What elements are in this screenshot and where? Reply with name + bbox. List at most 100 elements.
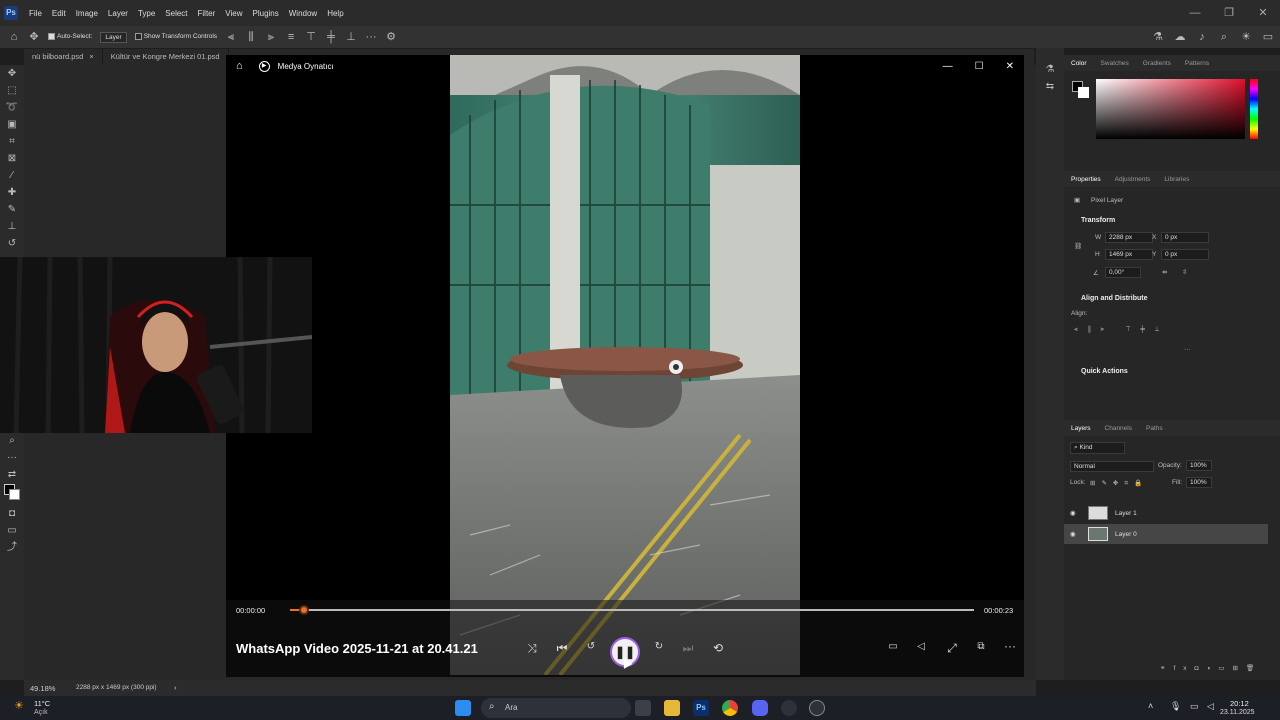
zoom-icon[interactable]: ⌕ bbox=[0, 432, 24, 449]
next-icon[interactable]: ⏭ bbox=[678, 641, 698, 656]
object-select-icon[interactable]: ▣ bbox=[0, 116, 24, 133]
color-swatches[interactable] bbox=[0, 483, 24, 505]
cloud-icon[interactable]: ☁ bbox=[1174, 31, 1186, 43]
healing-icon[interactable]: ✚ bbox=[0, 184, 24, 201]
previous-icon[interactable]: ⏮ bbox=[552, 641, 572, 656]
clock-time[interactable]: 20:12 bbox=[1230, 699, 1249, 708]
eye-icon[interactable]: ◉ bbox=[1070, 509, 1082, 517]
speaker-icon[interactable]: ◁ bbox=[1207, 701, 1214, 712]
menu-plugins[interactable]: Plugins bbox=[248, 9, 284, 18]
flask-icon[interactable]: ⚗ bbox=[1152, 31, 1164, 43]
forward-30-icon[interactable]: ↻ bbox=[649, 641, 669, 652]
video-frame[interactable] bbox=[450, 55, 800, 675]
home-icon[interactable]: ⌂ bbox=[8, 31, 20, 43]
swap-colors-icon[interactable]: ⇄ bbox=[0, 466, 24, 483]
hue-slider[interactable] bbox=[1250, 79, 1258, 139]
progress-thumb[interactable] bbox=[298, 605, 309, 615]
workspace-icon[interactable]: ▭ bbox=[1262, 31, 1274, 43]
tab-layers[interactable]: Layers bbox=[1064, 425, 1098, 432]
minimize-icon[interactable]: — bbox=[1178, 0, 1212, 26]
layer-row-selected[interactable]: ◉ Layer 0 bbox=[1064, 524, 1268, 544]
blend-mode-dropdown[interactable]: Normal bbox=[1070, 461, 1154, 472]
background-swatch[interactable] bbox=[1078, 87, 1089, 98]
width-field[interactable]: 2288 px bbox=[1105, 232, 1153, 243]
distribute-icon[interactable]: ≡ bbox=[285, 31, 297, 43]
quick-mask-icon[interactable]: ◘ bbox=[0, 505, 24, 522]
task-view-icon[interactable] bbox=[635, 700, 651, 716]
align-distribute-heading[interactable]: Align and Distribute bbox=[1081, 295, 1148, 302]
show-transform-checkbox[interactable]: Show Transform Controls bbox=[134, 33, 217, 41]
quick-actions-heading[interactable]: Quick Actions bbox=[1081, 368, 1128, 375]
flip-vertical-icon[interactable]: ⇳ bbox=[1182, 268, 1187, 276]
clock-date[interactable]: 23.11.2025 bbox=[1220, 709, 1255, 716]
close-icon[interactable]: ✕ bbox=[1246, 0, 1280, 26]
height-field[interactable]: 1469 px bbox=[1105, 249, 1153, 260]
progress-slider[interactable] bbox=[290, 605, 974, 615]
doc-tab-kultur[interactable]: Kültür ve Kongre Merkezi 01.psd bbox=[103, 49, 229, 65]
restore-icon[interactable]: ❐ bbox=[1212, 0, 1246, 26]
angle-field[interactable]: 0,00° bbox=[1105, 267, 1141, 278]
shuffle-icon[interactable]: ⤨ bbox=[522, 641, 542, 656]
share-icon[interactable]: ⤴ bbox=[0, 539, 24, 556]
document-info[interactable]: 2288 px x 1469 px (300 ppi) bbox=[76, 684, 157, 691]
auto-select-target-dropdown[interactable]: Layer bbox=[100, 31, 127, 43]
crop-icon[interactable]: ⌗ bbox=[0, 133, 24, 150]
align-buttons[interactable]: ⫷⫼⫸ ⊤╪⊥ bbox=[1074, 326, 1169, 334]
color-field[interactable] bbox=[1096, 79, 1245, 139]
align-center-icon[interactable]: ⫼ bbox=[245, 31, 257, 43]
menu-image[interactable]: Image bbox=[71, 9, 103, 18]
link-icon[interactable]: ⛓ bbox=[1074, 242, 1082, 250]
discord-icon[interactable] bbox=[752, 700, 768, 716]
screen-mode-icon[interactable]: ▭ bbox=[0, 522, 24, 539]
repeat-off-icon[interactable]: ⟲ bbox=[708, 641, 728, 655]
more-options-icon[interactable]: ··· bbox=[1000, 639, 1020, 653]
layer-actions[interactable]: ⚭fx◘◑▭⊞🗑 bbox=[1160, 664, 1262, 672]
kind-filter[interactable]: ⌕ Kind bbox=[1070, 442, 1125, 454]
tab-properties[interactable]: Properties bbox=[1064, 176, 1108, 183]
tab-channels[interactable]: Channels bbox=[1098, 425, 1139, 432]
weather-icon[interactable]: ☀ bbox=[14, 699, 24, 712]
flip-horizontal-icon[interactable]: ⇹ bbox=[1162, 268, 1167, 276]
brush-icon[interactable]: ✎ bbox=[0, 201, 24, 218]
transform-heading[interactable]: Transform bbox=[1081, 217, 1115, 224]
miniplayer-icon[interactable]: ⧉ bbox=[971, 641, 991, 652]
tab-paths[interactable]: Paths bbox=[1139, 425, 1170, 432]
lock-icons[interactable]: ⊞✎✥⌗🔒 bbox=[1090, 479, 1148, 488]
align-right-icon[interactable]: ⫸ bbox=[265, 31, 277, 43]
gear-icon[interactable]: ⚙ bbox=[385, 31, 397, 43]
align-top-icon[interactable]: ⊤ bbox=[305, 31, 317, 43]
status-arrow-icon[interactable]: › bbox=[174, 683, 177, 692]
tab-adjustments[interactable]: Adjustments bbox=[1108, 176, 1158, 183]
search-box[interactable]: ⌕ Ara bbox=[481, 698, 631, 718]
more-icon[interactable]: ··· bbox=[365, 31, 377, 43]
align-bottom-icon[interactable]: ⊥ bbox=[345, 31, 357, 43]
stamp-icon[interactable]: ⊥ bbox=[0, 218, 24, 235]
align-left-icon[interactable]: ⫷ bbox=[225, 31, 237, 43]
tab-patterns[interactable]: Patterns bbox=[1178, 60, 1216, 67]
photoshop-taskbar-icon[interactable]: Ps bbox=[693, 700, 709, 716]
windows-start-icon[interactable] bbox=[455, 700, 471, 716]
app-icon[interactable] bbox=[781, 700, 797, 716]
properties-icon[interactable]: ⇆ bbox=[1036, 81, 1064, 92]
more-align-icon[interactable]: ··· bbox=[1184, 346, 1191, 353]
menu-edit[interactable]: Edit bbox=[47, 9, 71, 18]
network-icon[interactable]: ▭ bbox=[1190, 701, 1199, 712]
move-tool-icon[interactable]: ✥ bbox=[28, 31, 40, 43]
lightbulb-icon[interactable]: ☀ bbox=[1240, 31, 1252, 43]
menu-file[interactable]: File bbox=[24, 9, 47, 18]
volume-icon[interactable]: ◁ bbox=[911, 641, 931, 652]
layer-row[interactable]: ◉ Layer 1 bbox=[1064, 503, 1280, 523]
search-icon[interactable]: ⌕ bbox=[1218, 31, 1230, 43]
zoom-level[interactable]: 49.18% bbox=[30, 684, 55, 693]
chevron-up-icon[interactable]: ˄ bbox=[1148, 701, 1153, 711]
align-middle-icon[interactable]: ╪ bbox=[325, 31, 337, 43]
marquee-icon[interactable]: ⬚ bbox=[0, 82, 24, 99]
tab-gradients[interactable]: Gradients bbox=[1136, 60, 1178, 67]
menu-help[interactable]: Help bbox=[322, 9, 348, 18]
eye-icon[interactable]: ◉ bbox=[1070, 530, 1082, 538]
move-icon[interactable]: ✥ bbox=[0, 65, 24, 82]
tab-swatches[interactable]: Swatches bbox=[1094, 60, 1136, 67]
chrome-icon[interactable] bbox=[722, 700, 738, 716]
menu-type[interactable]: Type bbox=[133, 9, 160, 18]
rewind-10-icon[interactable]: ↺ bbox=[581, 641, 601, 652]
